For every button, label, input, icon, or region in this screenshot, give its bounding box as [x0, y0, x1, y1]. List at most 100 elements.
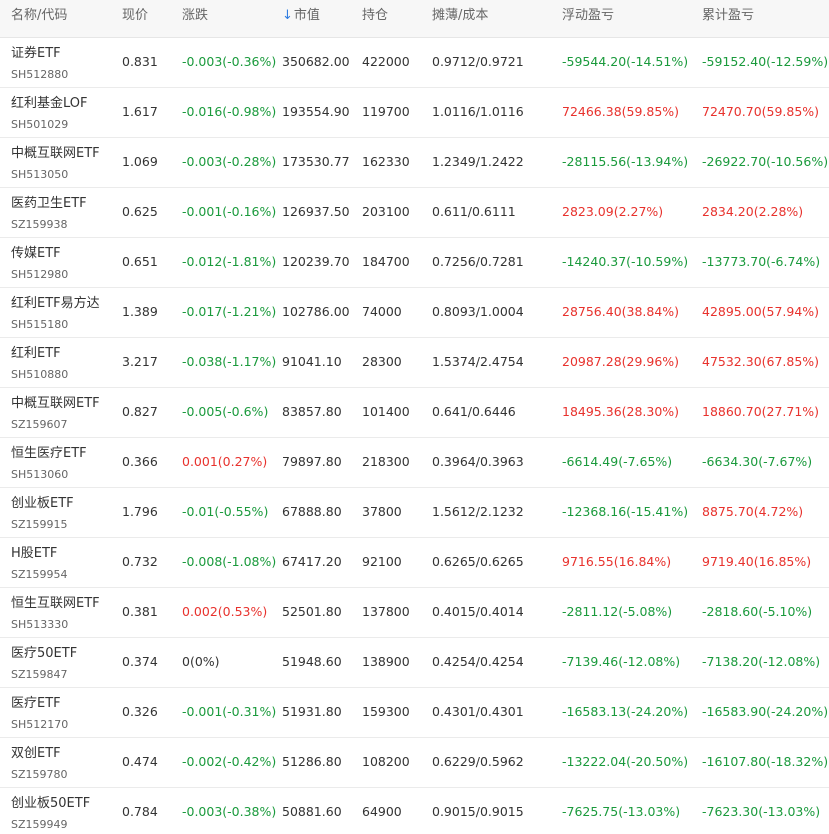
cell-change: -0.012(-1.81%)	[182, 254, 277, 269]
cell-cost: 1.0116/1.0116	[432, 104, 524, 119]
cell-market-value: 51286.80	[282, 754, 342, 769]
cell-position: 28300	[362, 354, 402, 369]
fund-code: SH513330	[11, 618, 69, 631]
cell-change: -0.003(-0.38%)	[182, 804, 277, 819]
cell-position: 138900	[362, 654, 410, 669]
table-row[interactable]: 红利ETF SH510880 3.217 -0.038(-1.17%) 91041.10…	[0, 338, 829, 388]
cell-market-value: 79897.80	[282, 454, 342, 469]
cell-price: 0.381	[122, 604, 158, 619]
cell-position: 159300	[362, 704, 410, 719]
cell-change: 0.002(0.53%)	[182, 604, 268, 619]
table-row[interactable]: 恒生医疗ETF SH513060 0.366 0.001(0.27%) 79897.80…	[0, 438, 829, 488]
cell-change: -0.002(-0.42%)	[182, 754, 277, 769]
cell-total-pnl: -7138.20(-12.08%)	[702, 654, 821, 669]
cell-position: 37800	[362, 504, 402, 519]
cell-market-value: 67417.20	[282, 554, 342, 569]
cell-floating-pnl: 9716.55(16.84%)	[562, 554, 672, 569]
header-position[interactable]: 持仓	[362, 8, 388, 24]
cell-floating-pnl: -6614.49(-7.65%)	[562, 454, 673, 469]
cell-total-pnl: 8875.70(4.72%)	[702, 504, 804, 519]
cell-total-pnl: 18860.70(27.71%)	[702, 404, 820, 419]
cell-position: 74000	[362, 304, 402, 319]
table-row[interactable]: 医疗50ETF SZ159847 0.374 0(0%) 51948.60 138900 0…	[0, 638, 829, 688]
header-change[interactable]: 涨跌	[182, 8, 208, 24]
header-floating-pnl[interactable]: 浮动盈亏	[562, 8, 614, 24]
cell-position: 64900	[362, 804, 402, 819]
table-row[interactable]: 创业板ETF SZ159915 1.796 -0.01(-0.55%) 67888.80…	[0, 488, 829, 538]
cell-cost: 0.4301/0.4301	[432, 704, 524, 719]
fund-name: 红利ETF	[11, 346, 61, 361]
fund-name: H股ETF	[11, 546, 58, 561]
cell-cost: 0.9712/0.9721	[432, 54, 524, 69]
table-row[interactable]: 红利ETF易方达 SH515180 1.389 -0.017(-1.21%) 10278…	[0, 288, 829, 338]
cell-price: 0.326	[122, 704, 158, 719]
fund-name: 医疗50ETF	[11, 646, 78, 661]
cell-total-pnl: 9719.40(16.85%)	[702, 554, 812, 569]
cell-change: -0.001(-0.31%)	[182, 704, 277, 719]
cell-change: -0.017(-1.21%)	[182, 304, 277, 319]
cell-floating-pnl: -7625.75(-13.03%)	[562, 804, 681, 819]
cell-total-pnl: -16583.90(-24.20%)	[702, 704, 829, 719]
table-row[interactable]: 恒生互联网ETF SH513330 0.381 0.002(0.53%) 52501.8…	[0, 588, 829, 638]
fund-name: 中概互联网ETF	[11, 396, 100, 411]
cell-market-value: 120239.70	[282, 254, 350, 269]
table-row[interactable]: 创业板50ETF SZ159949 0.784 -0.003(-0.38%) 50881…	[0, 788, 829, 834]
cell-total-pnl: -59152.40(-12.59%)	[702, 54, 829, 69]
header-cost[interactable]: 摊薄/成本	[432, 8, 488, 24]
table-row[interactable]: 中概互联网ETF SZ159607 0.827 -0.005(-0.6%) 83857.…	[0, 388, 829, 438]
fund-name: 医药卫生ETF	[11, 196, 87, 211]
cell-market-value: 51931.80	[282, 704, 342, 719]
fund-code: SH512170	[11, 718, 69, 731]
cell-cost: 0.7256/0.7281	[432, 254, 524, 269]
holdings-table: 名称/代码 现价 涨跌 ↓市值 持仓 摊薄/成本 浮动盈亏 累计盈亏 证券ETF…	[0, 0, 829, 834]
table-row[interactable]: H股ETF SZ159954 0.732 -0.008(-1.08%) 67417.20…	[0, 538, 829, 588]
cell-change: -0.001(-0.16%)	[182, 204, 277, 219]
cell-total-pnl: 42895.00(57.94%)	[702, 304, 820, 319]
cell-floating-pnl: -14240.37(-10.59%)	[562, 254, 689, 269]
cell-position: 137800	[362, 604, 410, 619]
cell-change: 0.001(0.27%)	[182, 454, 268, 469]
header-market-value[interactable]: ↓市值	[282, 8, 320, 24]
table-row[interactable]: 双创ETF SZ159780 0.474 -0.002(-0.42%) 51286.80…	[0, 738, 829, 788]
table-row[interactable]: 传媒ETF SH512980 0.651 -0.012(-1.81%) 120239.7…	[0, 238, 829, 288]
table-row[interactable]: 证券ETF SH512880 0.831 -0.003(-0.36%) 350682.0…	[0, 38, 829, 88]
cell-cost: 0.611/0.6111	[432, 204, 516, 219]
cell-price: 1.389	[122, 304, 158, 319]
cell-price: 0.784	[122, 804, 158, 819]
fund-code: SH512980	[11, 268, 69, 281]
fund-name: 创业板ETF	[11, 496, 74, 511]
cell-market-value: 67888.80	[282, 504, 342, 519]
fund-name: 恒生互联网ETF	[11, 596, 100, 611]
fund-code: SH512880	[11, 68, 69, 81]
cell-floating-pnl: -59544.20(-14.51%)	[562, 54, 689, 69]
fund-name: 红利ETF易方达	[11, 296, 100, 311]
fund-code: SZ159954	[11, 568, 68, 581]
cell-position: 108200	[362, 754, 410, 769]
cell-price: 0.651	[122, 254, 158, 269]
table-row[interactable]: 医疗ETF SH512170 0.326 -0.001(-0.31%) 51931.80…	[0, 688, 829, 738]
table-row[interactable]: 红利基金LOF SH501029 1.617 -0.016(-0.98%) 193554…	[0, 88, 829, 138]
table-row[interactable]: 医药卫生ETF SZ159938 0.625 -0.001(-0.16%) 126937…	[0, 188, 829, 238]
cell-price: 0.625	[122, 204, 158, 219]
cell-price: 1.796	[122, 504, 158, 519]
fund-code: SH501029	[11, 118, 69, 131]
cell-cost: 0.641/0.6446	[432, 404, 516, 419]
fund-code: SH510880	[11, 368, 69, 381]
cell-position: 218300	[362, 454, 410, 469]
cell-floating-pnl: -16583.13(-24.20%)	[562, 704, 689, 719]
cell-floating-pnl: -28115.56(-13.94%)	[562, 154, 689, 169]
fund-code: SZ159915	[11, 518, 68, 531]
table-row[interactable]: 中概互联网ETF SH513050 1.069 -0.003(-0.28%) 17353…	[0, 138, 829, 188]
cell-position: 422000	[362, 54, 410, 69]
cell-total-pnl: 72470.70(59.85%)	[702, 104, 820, 119]
header-total-pnl[interactable]: 累计盈亏	[702, 8, 754, 24]
cell-market-value: 91041.10	[282, 354, 342, 369]
header-name-code[interactable]: 名称/代码	[11, 8, 67, 24]
cell-total-pnl: -7623.30(-13.03%)	[702, 804, 821, 819]
cell-position: 203100	[362, 204, 410, 219]
cell-cost: 0.3964/0.3963	[432, 454, 524, 469]
cell-price: 0.374	[122, 654, 158, 669]
cell-floating-pnl: 2823.09(2.27%)	[562, 204, 664, 219]
header-price[interactable]: 现价	[122, 8, 148, 24]
cell-price: 0.831	[122, 54, 158, 69]
